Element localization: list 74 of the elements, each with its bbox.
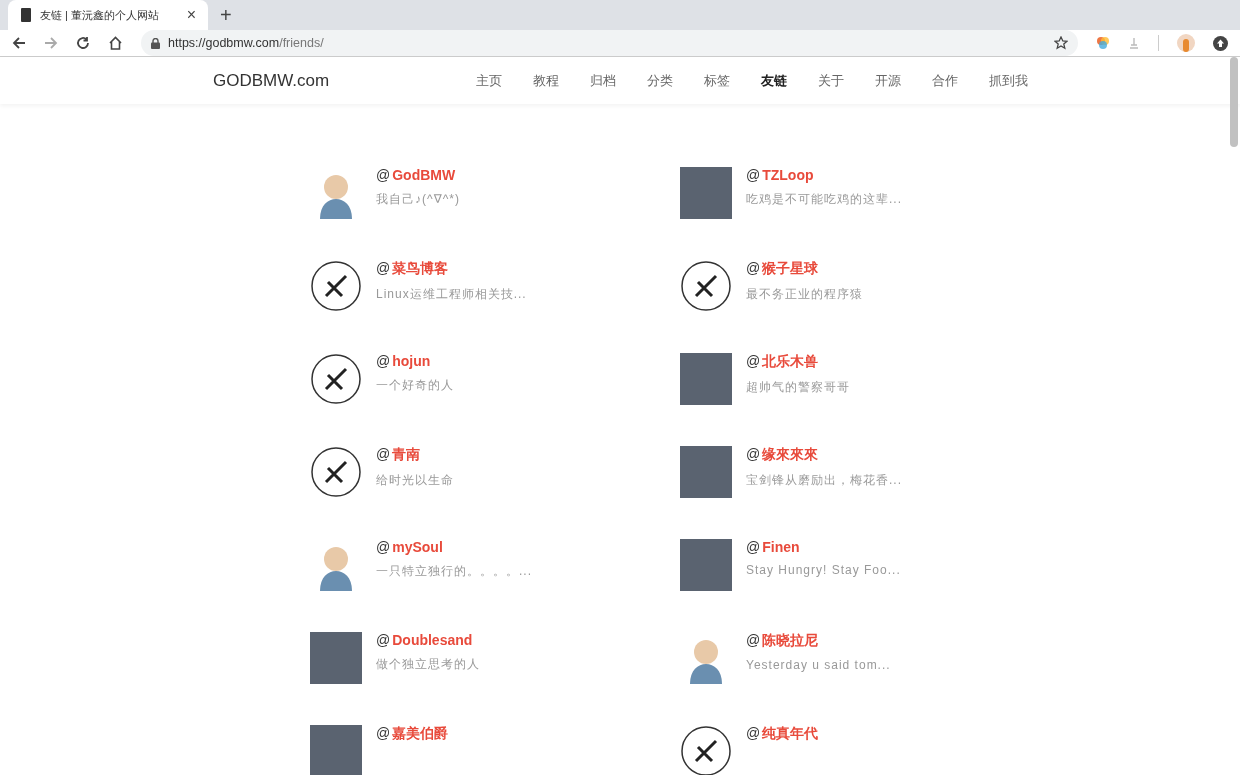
site-logo[interactable]: GODBMW.com	[213, 70, 453, 91]
tab-title: 友链 | 董沅鑫的个人网站	[40, 7, 160, 23]
at-sign: @	[746, 353, 761, 369]
nav-link[interactable]: 开源	[875, 71, 901, 90]
friend-description: Stay Hungry! Stay Foo...	[746, 563, 901, 577]
at-sign: @	[746, 446, 761, 462]
bookmark-star-icon[interactable]	[1054, 36, 1068, 50]
friend-name-link[interactable]: 青南	[392, 446, 421, 464]
friend-name-link[interactable]: Doublesand	[392, 632, 473, 648]
at-sign: @	[376, 725, 391, 741]
avatar-logo-icon	[310, 446, 362, 498]
photo-placeholder	[680, 353, 732, 405]
friend-description: 宝剑锋从磨励出，梅花香...	[746, 472, 902, 489]
friend-name-link[interactable]: 嘉美伯爵	[392, 725, 449, 743]
photo-placeholder	[310, 725, 362, 775]
friend-name-link[interactable]: Finen	[762, 539, 800, 555]
scrollbar-thumb[interactable]	[1230, 57, 1238, 147]
friend-name-link[interactable]: 菜鸟博客	[392, 260, 449, 278]
at-sign: @	[376, 353, 391, 369]
lock-icon	[151, 37, 160, 49]
photo-placeholder	[310, 632, 362, 684]
at-sign: @	[746, 632, 761, 648]
friend-description: 做个独立思考的人	[376, 656, 480, 673]
nav-link[interactable]: 主页	[476, 71, 502, 90]
nav-link[interactable]: 关于	[818, 71, 844, 90]
at-sign: @	[376, 260, 391, 276]
at-sign: @	[376, 446, 391, 462]
friend-description: 一只特立独行的。。。。...	[376, 563, 532, 580]
nav-link[interactable]: 抓到我	[989, 71, 1028, 90]
nav-link[interactable]: 友链	[761, 71, 787, 90]
reload-icon[interactable]	[76, 36, 90, 50]
avatar-logo-icon	[310, 353, 362, 405]
at-sign: @	[376, 167, 391, 183]
at-sign: @	[746, 539, 761, 555]
book-icon	[20, 8, 32, 22]
nav-link[interactable]: 合作	[932, 71, 958, 90]
friend-name-link[interactable]: hojun	[392, 353, 431, 369]
friend-name-link[interactable]: mySoul	[392, 539, 443, 555]
avatar-logo-icon	[680, 725, 732, 775]
close-tab-button[interactable]: ×	[182, 6, 200, 24]
photo-placeholder	[680, 167, 732, 219]
friend-description: 超帅气的警察哥哥	[746, 379, 850, 396]
photo-placeholder	[680, 446, 732, 498]
friend-description: 一个好奇的人	[376, 377, 454, 394]
at-sign: @	[376, 539, 391, 555]
friend-name-link[interactable]: GodBMW	[392, 167, 456, 183]
friend-name-link[interactable]: 缘來來來	[762, 446, 819, 464]
friend-name-link[interactable]: 北乐木兽	[762, 353, 819, 371]
friend-description: Linux运维工程师相关技...	[376, 286, 527, 303]
nav-link[interactable]: 归档	[590, 71, 616, 90]
friend-description: 给时光以生命	[376, 472, 454, 489]
address-bar[interactable]: https://godbmw.com/friends/	[141, 30, 1078, 56]
avatar-logo-icon	[680, 260, 732, 312]
friend-description: 最不务正业的程序猿	[746, 286, 863, 303]
friend-name-link[interactable]: 猴子星球	[762, 260, 819, 278]
new-tab-button[interactable]: +	[216, 3, 236, 27]
nav-link[interactable]: 分类	[647, 71, 673, 90]
browser-tab[interactable]: 友链 | 董沅鑫的个人网站 ×	[8, 0, 208, 30]
friend-name-link[interactable]: 陈晓拉尼	[762, 632, 819, 650]
nav-link[interactable]: 教程	[533, 71, 559, 90]
home-icon[interactable]	[108, 36, 123, 50]
at-sign: @	[746, 167, 761, 183]
friend-description: 吃鸡是不可能吃鸡的这辈...	[746, 191, 902, 208]
friend-name-link[interactable]: 纯真年代	[762, 725, 819, 743]
nav-link[interactable]: 标签	[704, 71, 730, 90]
photo-placeholder	[680, 539, 732, 591]
at-sign: @	[746, 725, 761, 741]
friend-description: 我自己♪(^∇^*)	[376, 191, 460, 208]
friend-name-link[interactable]: TZLoop	[762, 167, 814, 183]
back-icon[interactable]	[12, 36, 26, 50]
friend-description: Yesterday u said tom...	[746, 658, 891, 672]
avatar-logo-icon	[310, 260, 362, 312]
at-sign: @	[376, 632, 391, 648]
at-sign: @	[746, 260, 761, 276]
